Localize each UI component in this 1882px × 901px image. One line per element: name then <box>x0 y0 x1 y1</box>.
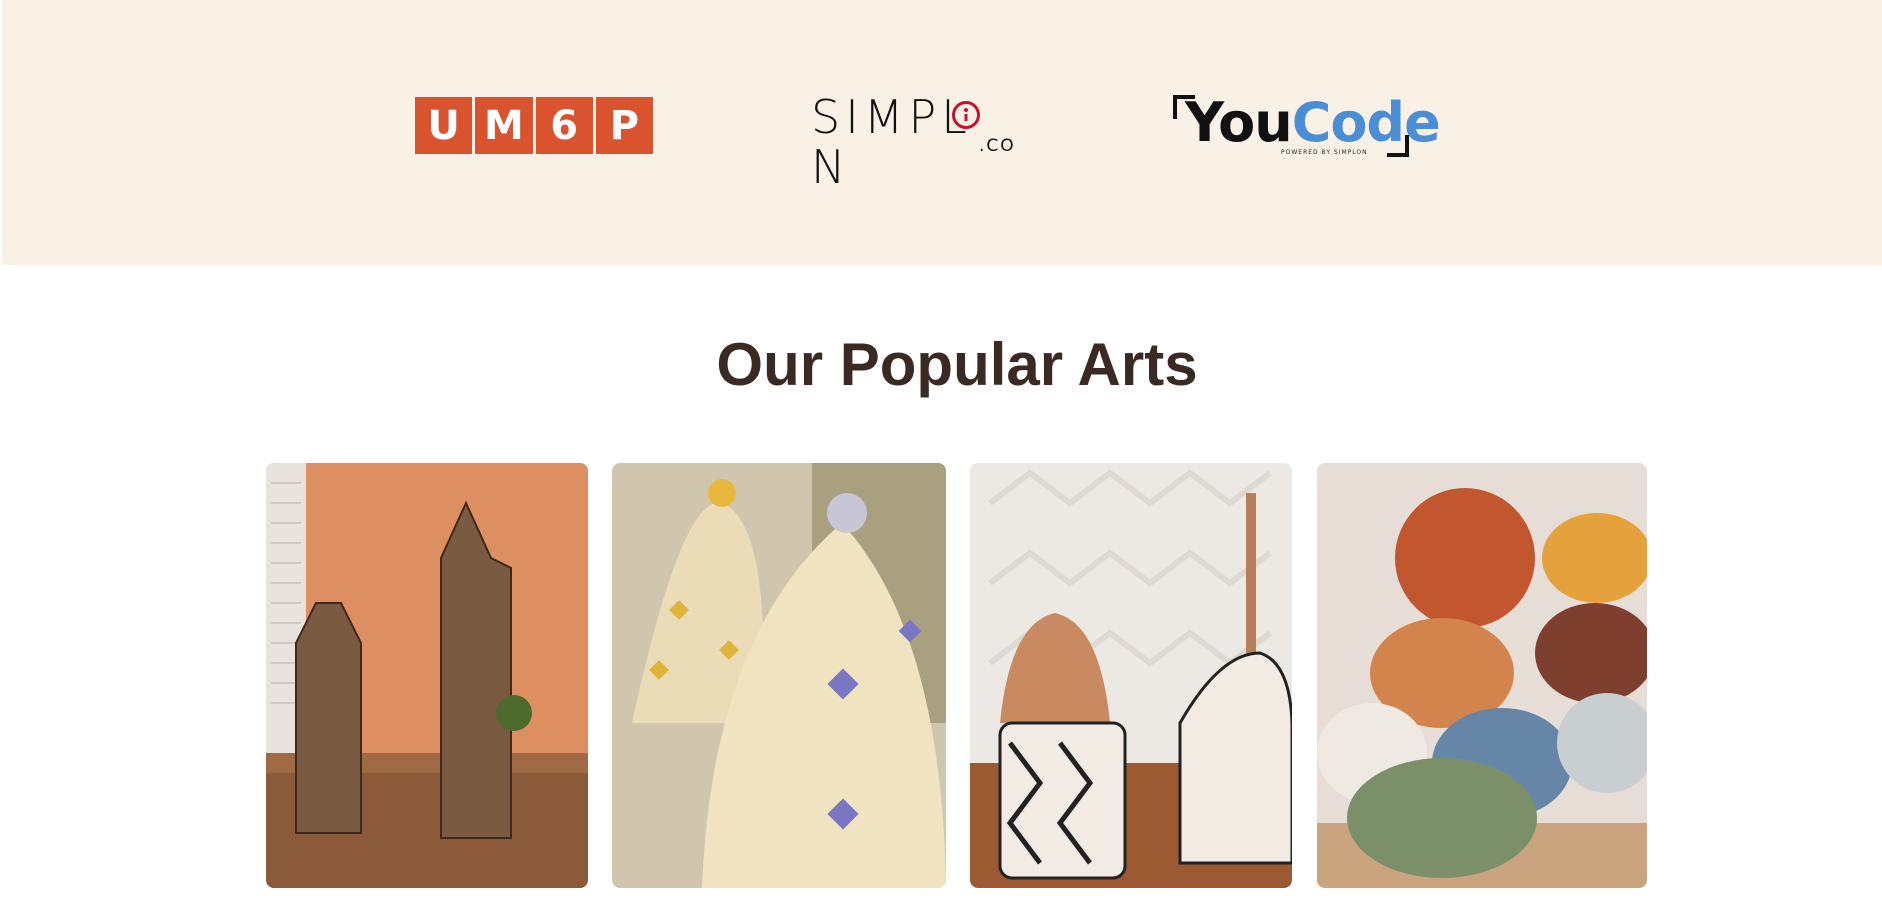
art-card-poufs[interactable] <box>1317 463 1647 888</box>
baskets-image <box>612 463 946 888</box>
um6p-letter: P <box>595 97 653 154</box>
um6p-logo[interactable]: U M 6 P <box>415 97 653 154</box>
partners-banner: U M 6 P SIMPLN .CO YouCode POWERED BY SI… <box>2 0 1882 265</box>
bracket-corner-icon <box>1387 135 1409 157</box>
art-card-ceramics[interactable] <box>970 463 1292 888</box>
ceramics-image <box>970 463 1292 888</box>
poufs-image <box>1317 463 1647 888</box>
section-title: Our Popular Arts <box>716 331 1198 398</box>
youcode-tagline: POWERED BY SIMPLON <box>1281 149 1368 156</box>
um6p-letter: 6 <box>535 97 593 154</box>
um6p-letter: U <box>415 97 473 154</box>
simplon-logo[interactable]: SIMPLN .CO <box>811 92 1016 192</box>
art-card-baskets[interactable] <box>612 463 946 888</box>
simplon-suffix: .CO <box>979 136 1016 156</box>
lanterns-image <box>266 463 588 888</box>
simplon-o-icon <box>952 101 980 129</box>
art-card-lanterns[interactable] <box>266 463 588 888</box>
um6p-letter: M <box>475 97 533 154</box>
youcode-logo[interactable]: YouCode POWERED BY SIMPLON <box>1173 93 1441 159</box>
